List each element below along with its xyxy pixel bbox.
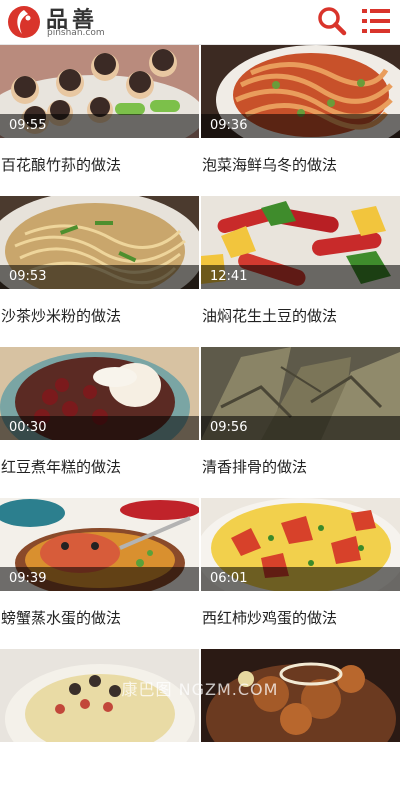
recipe-card[interactable] (0, 649, 199, 800)
recipe-title[interactable]: 泡菜海鲜乌冬的做法 (201, 138, 400, 196)
duration-label: 09:39 (9, 571, 47, 586)
recipe-thumbnail[interactable]: 06:01 (201, 498, 400, 591)
recipe-title[interactable]: 红豆煮年糕的做法 (0, 440, 199, 498)
recipe-card[interactable]: 09:39 螃蟹蒸水蛋的做法 (0, 498, 199, 649)
recipe-card[interactable]: 09:53 沙茶炒米粉的做法 (0, 196, 199, 347)
duration-label: 09:56 (210, 420, 248, 435)
duration-overlay: 09:55 (0, 114, 199, 138)
recipe-card[interactable]: 06:01 西红柿炒鸡蛋的做法 (201, 498, 400, 649)
duration-overlay: 09:36 (201, 114, 400, 138)
recipe-title[interactable]: 油焖花生土豆的做法 (201, 289, 400, 347)
recipe-thumbnail[interactable]: 09:36 (201, 45, 400, 138)
search-icon[interactable] (316, 5, 348, 37)
watermark-text: 康巴图 NGZM.COM (121, 680, 279, 699)
duration-label: 12:41 (210, 269, 248, 284)
duration-overlay: 12:41 (201, 265, 400, 289)
recipe-thumbnail[interactable]: 09:39 (0, 498, 199, 591)
recipe-card[interactable]: 09:56 清香排骨的做法 (201, 347, 400, 498)
logo-icon (8, 6, 40, 38)
recipe-thumbnail[interactable]: 09:53 (0, 196, 199, 289)
recipe-title[interactable]: 百花酿竹荪的做法 (0, 138, 199, 196)
duration-overlay: 09:53 (0, 265, 199, 289)
recipe-card[interactable]: 00:30 红豆煮年糕的做法 (0, 347, 199, 498)
recipe-title[interactable]: 沙茶炒米粉的做法 (0, 289, 199, 347)
menu-icon[interactable] (360, 5, 392, 37)
recipe-thumbnail[interactable]: 09:55 (0, 45, 199, 138)
duration-overlay: 00:30 (0, 416, 199, 440)
brand-domain: pinshan.com (47, 28, 105, 38)
recipe-title[interactable]: 螃蟹蒸水蛋的做法 (0, 591, 199, 649)
recipe-title[interactable]: 西红柿炒鸡蛋的做法 (201, 591, 400, 649)
recipe-card[interactable]: 09:36 泡菜海鲜乌冬的做法 (201, 45, 400, 196)
recipe-card[interactable]: 09:55 百花酿竹荪的做法 (0, 45, 199, 196)
recipe-card[interactable] (201, 649, 400, 800)
recipe-title[interactable]: 清香排骨的做法 (201, 440, 400, 498)
recipe-thumbnail[interactable]: 00:30 (0, 347, 199, 440)
duration-overlay: 06:01 (201, 567, 400, 591)
duration-label: 09:55 (9, 118, 47, 133)
app-header: 品善 pinshan.com (0, 0, 400, 45)
recipe-card[interactable]: 12:41 油焖花生土豆的做法 (201, 196, 400, 347)
duration-label: 06:01 (210, 571, 248, 586)
duration-label: 09:53 (9, 269, 47, 284)
duration-label: 00:30 (9, 420, 47, 435)
recipe-thumbnail[interactable]: 12:41 (201, 196, 400, 289)
duration-overlay: 09:39 (0, 567, 199, 591)
recipe-thumbnail[interactable]: 09:56 (201, 347, 400, 440)
duration-overlay: 09:56 (201, 416, 400, 440)
duration-label: 09:36 (210, 118, 248, 133)
